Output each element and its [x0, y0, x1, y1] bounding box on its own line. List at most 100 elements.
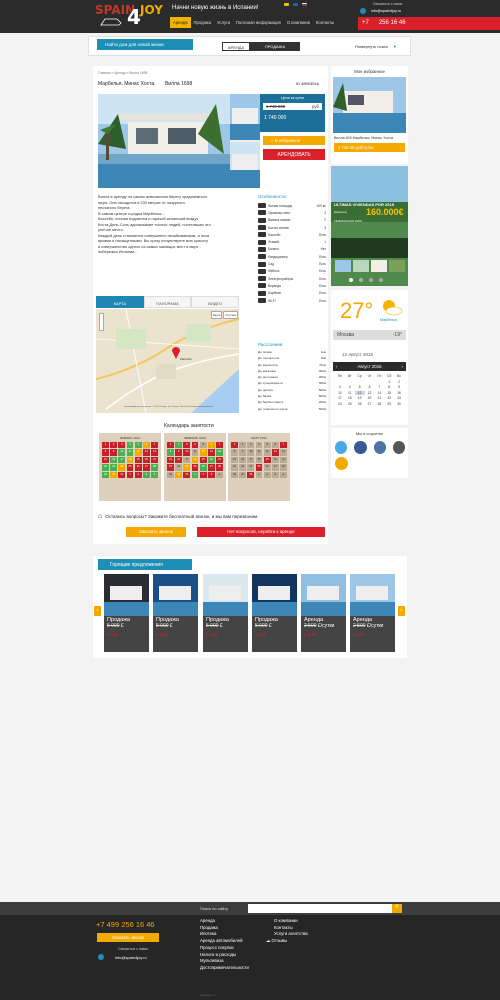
find-home-button[interactable]: Найти дом для новой жизни: [97, 39, 193, 50]
footer-search-input[interactable]: [248, 904, 396, 913]
header-email[interactable]: info@spain4joy.ru: [371, 9, 401, 13]
calendar-day[interactable]: 13: [271, 449, 279, 456]
calendar-day[interactable]: 22: [167, 464, 174, 471]
calendar-day[interactable]: 1: [167, 442, 174, 449]
footer-link[interactable]: Продажа: [200, 925, 249, 932]
calendar-day[interactable]: 6: [142, 442, 150, 449]
calendar-day[interactable]: 22: [102, 464, 109, 471]
facebook-icon[interactable]: [354, 441, 367, 454]
next-arrow-icon[interactable]: ›: [398, 606, 405, 616]
calendar-day[interactable]: 6: [271, 442, 279, 449]
calendar-day[interactable]: 4: [151, 471, 158, 479]
footer-link[interactable]: Аренда: [200, 918, 249, 925]
calendar-day[interactable]: 31: [247, 471, 255, 479]
add-to-favorites-button[interactable]: ☆ В избранное: [263, 136, 325, 145]
footer-call-button[interactable]: Заказать звонок: [97, 933, 159, 942]
calendar-day[interactable]: 17: [335, 396, 345, 400]
calendar-day[interactable]: 30: [394, 402, 404, 406]
offer-card[interactable]: Продажа 5 000 £5 000: [104, 574, 149, 652]
footer-link[interactable]: Налоги и расходы: [200, 952, 249, 959]
calendar-day[interactable]: 23: [175, 464, 183, 471]
footer-link[interactable]: Аренда автомобилей: [200, 938, 249, 945]
footer-link[interactable]: Услуги агентства: [274, 931, 308, 938]
calendar-day[interactable]: 16: [110, 456, 118, 464]
zoom-control[interactable]: [99, 313, 104, 331]
breadcrumb[interactable]: Главная » Аренда » Вилла 1698: [98, 71, 147, 75]
tab-map[interactable]: КАРТА: [96, 296, 144, 308]
flag-es-icon[interactable]: [284, 3, 289, 6]
language-switcher[interactable]: [284, 3, 307, 6]
calendar-day[interactable]: 4: [345, 385, 355, 389]
calendar-day[interactable]: 2: [110, 442, 118, 449]
calendar-day[interactable]: 10: [247, 449, 255, 456]
location-map[interactable]: Карта Спутник Marbella Картографические …: [96, 309, 239, 413]
calendar-day[interactable]: 27: [271, 464, 279, 471]
calendar-day[interactable]: 4: [191, 442, 199, 449]
tab-panorama[interactable]: ПАНОРАМА: [143, 296, 192, 308]
calendar-day[interactable]: 18: [126, 456, 134, 464]
calendar-day[interactable]: 22: [384, 396, 394, 400]
footer-link[interactable]: Ипотека: [200, 931, 249, 938]
twitter-icon[interactable]: [335, 441, 348, 454]
flag-uk-icon[interactable]: [293, 3, 298, 6]
calendar-day[interactable]: 5: [263, 442, 271, 449]
calendar-day[interactable]: 13: [365, 391, 375, 395]
calendar-day[interactable]: 8: [231, 449, 238, 456]
footer-link[interactable]: Контакты: [274, 925, 308, 932]
next-month-icon[interactable]: ›: [402, 364, 403, 369]
calendar-day[interactable]: 11: [345, 391, 355, 395]
calendar-day[interactable]: 7: [216, 442, 223, 449]
calendar-day[interactable]: 5: [355, 385, 365, 389]
calendar-day[interactable]: 23: [110, 464, 118, 471]
calendar-day[interactable]: 9: [239, 449, 247, 456]
calendar-day[interactable]: 31: [183, 471, 191, 479]
calendar-day[interactable]: 2: [394, 380, 404, 384]
calendar-day[interactable]: 18: [345, 396, 355, 400]
tab-sale[interactable]: ПРОДАЖА: [250, 42, 300, 51]
calendar-day[interactable]: 30: [110, 471, 118, 479]
calendar-day[interactable]: 29: [167, 471, 174, 479]
calendar-day[interactable]: 2: [175, 442, 183, 449]
calendar-day[interactable]: 6: [207, 442, 215, 449]
calendar-day[interactable]: 11: [126, 449, 134, 456]
calendar-day[interactable]: 8: [384, 385, 394, 389]
offer-photo[interactable]: [104, 574, 149, 616]
go-to-rent-button[interactable]: Нет вопросов, перейти к аренде: [197, 527, 325, 537]
nav-item-rent[interactable]: Аренда: [170, 17, 191, 28]
calendar-day[interactable]: 18: [191, 456, 199, 464]
calendar-day[interactable]: 7: [374, 385, 384, 389]
calendar-day[interactable]: 23: [239, 464, 247, 471]
calendar-day[interactable]: 21: [280, 456, 287, 464]
calendar-day[interactable]: 19: [355, 396, 365, 400]
offer-card[interactable]: Аренда 2 500 £/сутки 5 000: [301, 574, 346, 652]
calendar-day[interactable]: 17: [183, 456, 191, 464]
calendar-day[interactable]: 3: [207, 471, 215, 479]
calendar-day[interactable]: 12: [263, 449, 271, 456]
calendar-day[interactable]: 29: [231, 471, 238, 479]
calendar-day[interactable]: 20: [142, 456, 150, 464]
calendar-day[interactable]: 9: [110, 449, 118, 456]
calendar-day[interactable]: 14: [280, 449, 287, 456]
map-type-satellite[interactable]: Спутник: [223, 311, 239, 319]
footer-link[interactable]: Достопримечательности: [200, 965, 249, 972]
vk-icon[interactable]: [373, 441, 386, 454]
calendar-day[interactable]: 19: [134, 456, 142, 464]
calendar-day[interactable]: 9: [394, 385, 404, 389]
main-photo[interactable]: [98, 94, 230, 188]
calendar-day[interactable]: 15: [102, 456, 109, 464]
calendar-day[interactable]: 13: [142, 449, 150, 456]
calendar-day[interactable]: [355, 380, 365, 384]
calendar-day[interactable]: 5: [199, 442, 207, 449]
calendar-day[interactable]: 15: [231, 456, 238, 464]
offer-photo[interactable]: [301, 574, 346, 616]
calendar-day[interactable]: 29: [384, 402, 394, 406]
calendar-day[interactable]: 27: [365, 402, 375, 406]
calendar-day[interactable]: 9: [175, 449, 183, 456]
footer-link[interactable]: Мультивиза: [200, 958, 249, 965]
calendar-day[interactable]: 1: [126, 471, 134, 479]
calendar-day[interactable]: 10: [335, 391, 345, 395]
flag-ru-icon[interactable]: [302, 3, 307, 6]
calendar-day[interactable]: 15: [384, 391, 394, 395]
favorite-price[interactable]: 1 740 00 руб/сутки ›: [334, 143, 405, 152]
offer-photo[interactable]: [203, 574, 248, 616]
